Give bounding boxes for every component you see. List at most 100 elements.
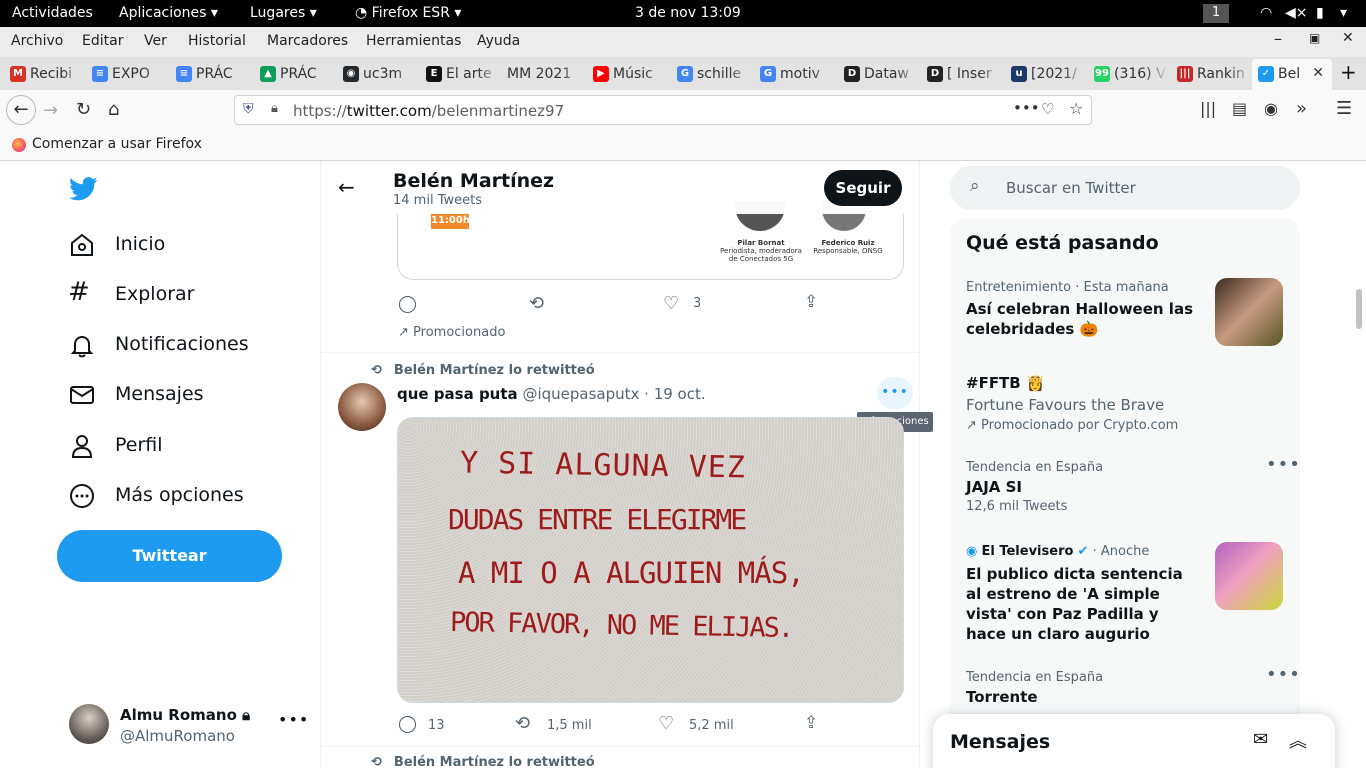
- follow-button[interactable]: Seguir: [824, 170, 902, 206]
- retweet-context[interactable]: ⟲ Belén Martínez lo retwitteó: [371, 755, 595, 768]
- search-input[interactable]: Buscar en Twitter: [1006, 179, 1136, 197]
- search-box[interactable]: ⌕ Buscar en Twitter: [950, 166, 1300, 210]
- menu-herramientas[interactable]: Herramientas: [366, 33, 461, 49]
- new-message-icon[interactable]: ✉: [1253, 729, 1268, 750]
- retweet-context[interactable]: ⟲ Belén Martínez lo retwitteó: [371, 363, 595, 378]
- maximize-icon[interactable]: ▣: [1309, 31, 1320, 45]
- account-icon[interactable]: ◉: [1264, 99, 1278, 118]
- sidebar-icon[interactable]: ▤: [1232, 99, 1247, 118]
- menu-marcadores[interactable]: Marcadores: [267, 33, 348, 49]
- reply-icon[interactable]: ◯: [398, 714, 417, 734]
- tracking-protection-icon[interactable]: ⛨: [243, 101, 254, 117]
- workspace-indicator[interactable]: 1: [1203, 4, 1229, 23]
- browser-tab[interactable]: MM 2021: [503, 59, 583, 89]
- scrollbar-thumb[interactable]: [1356, 289, 1362, 329]
- battery-icon[interactable]: ▮: [1316, 5, 1324, 21]
- activities-button[interactable]: Actividades: [12, 5, 93, 21]
- new-tab-icon[interactable]: +: [1340, 60, 1357, 84]
- d-icon: D: [844, 66, 860, 82]
- close-tab-icon[interactable]: ✕: [1312, 65, 1324, 81]
- applications-menu[interactable]: Aplicaciones ▾: [119, 5, 218, 21]
- url-text[interactable]: https://twitter.com/belenmartinez97: [293, 102, 564, 120]
- trend-item[interactable]: #FFTB 👸 Fortune Favours the Brave ↗ Prom…: [966, 374, 1286, 433]
- retweet-icon[interactable]: ⟲: [515, 713, 530, 734]
- browser-tab[interactable]: M Recibi: [4, 59, 84, 89]
- right-sidebar: ⌕ Buscar en Twitter Qué está pasando Ent…: [950, 161, 1300, 768]
- expand-chevron-icon[interactable]: ︽: [1289, 727, 1307, 753]
- home-icon[interactable]: ⌂: [108, 99, 119, 120]
- back-icon[interactable]: ←: [6, 95, 36, 125]
- tweet-author-avatar[interactable]: [338, 383, 386, 431]
- tweet-more-options-icon[interactable]: •••: [877, 377, 913, 409]
- trend-more-icon[interactable]: •••: [1266, 454, 1301, 475]
- trend-item[interactable]: Entretenimiento · Esta mañana Así celebr…: [966, 278, 1286, 346]
- twitter-logo-icon[interactable]: [69, 177, 98, 201]
- back-arrow-icon[interactable]: ←: [338, 175, 355, 199]
- bookmark-getting-started[interactable]: Comenzar a usar Firefox: [32, 136, 202, 152]
- tweet-image[interactable]: Y SI ALGUNA VEZ DUDAS ENTRE ELEGIRME A M…: [397, 417, 904, 703]
- browser-tab[interactable]: ◉ uc3m: [337, 59, 417, 89]
- share-icon[interactable]: ⇪: [804, 292, 818, 312]
- browser-tab[interactable]: ≡ EXPO: [86, 59, 166, 89]
- tweet-button[interactable]: Twittear: [57, 530, 282, 582]
- browser-tab[interactable]: ▲ PRÁC: [254, 59, 334, 89]
- minimize-icon[interactable]: –: [1274, 29, 1282, 48]
- reply-icon[interactable]: ◯: [398, 294, 417, 314]
- like-icon[interactable]: ♡: [663, 293, 679, 314]
- browser-tab[interactable]: ▶ Músic: [587, 59, 667, 89]
- tweet-author-handle[interactable]: @iquepasaputx: [522, 385, 639, 403]
- trend-item[interactable]: Tendencia en España Torrente •••: [966, 664, 1300, 706]
- menu-archivo[interactable]: Archivo: [11, 33, 63, 49]
- close-window-icon[interactable]: ✕: [1342, 30, 1354, 46]
- pocket-icon[interactable]: ♡: [1041, 100, 1054, 118]
- browser-tab[interactable]: D[ Inser: [921, 59, 1001, 89]
- browser-tab[interactable]: E El arte: [420, 59, 500, 89]
- news-source: El Televisero: [981, 544, 1074, 559]
- browser-tab[interactable]: 99 (316) V: [1088, 59, 1168, 89]
- like-icon[interactable]: ♡: [658, 713, 674, 734]
- forward-icon[interactable]: →: [43, 100, 58, 121]
- retweet-icon[interactable]: ⟲: [529, 293, 544, 314]
- browser-tab[interactable]: u [2021/: [1005, 59, 1085, 89]
- messages-drawer[interactable]: Mensajes ✉ ︽: [933, 714, 1335, 768]
- browser-tab[interactable]: ||| Rankin: [1171, 59, 1251, 89]
- gmail-icon: M: [10, 66, 26, 82]
- lock-icon[interactable]: 🔒︎: [271, 101, 278, 116]
- places-menu[interactable]: Lugares ▾: [250, 5, 317, 21]
- nav-label: Mensajes: [115, 383, 204, 405]
- share-icon[interactable]: ⇪: [804, 713, 818, 733]
- tweet-author-name[interactable]: que pasa puta: [397, 385, 518, 403]
- browser-tab[interactable]: Gschille: [671, 59, 751, 89]
- browser-tab[interactable]: ✓ Bel ✕: [1252, 59, 1332, 90]
- search-icon: ⌕: [970, 176, 980, 196]
- account-switcher[interactable]: Almu Romano 🔒︎ @AlmuRomano •••: [60, 694, 310, 754]
- reload-icon[interactable]: ↻: [76, 99, 91, 120]
- menu-historial[interactable]: Historial: [188, 33, 246, 49]
- browser-tab[interactable]: D Dataw: [838, 59, 918, 89]
- menu-ayuda[interactable]: Ayuda: [477, 33, 520, 49]
- trend-subtitle: 12,6 mil Tweets: [966, 499, 1068, 514]
- account-more-icon[interactable]: •••: [278, 710, 309, 729]
- trend-more-icon[interactable]: •••: [1266, 664, 1301, 685]
- menu-ver[interactable]: Ver: [144, 33, 167, 49]
- promoted-label: ↗ Promocionado: [398, 325, 506, 340]
- bookmark-star-icon[interactable]: ☆: [1069, 99, 1083, 118]
- volume-icon[interactable]: ◀×: [1285, 5, 1308, 21]
- wifi-icon[interactable]: ◠: [1260, 5, 1272, 21]
- hamburger-menu-icon[interactable]: ☰: [1336, 98, 1352, 119]
- page-actions-icon[interactable]: •••: [1013, 99, 1040, 117]
- clock[interactable]: 3 de nov 13:09: [635, 5, 741, 21]
- overflow-menu-icon[interactable]: »: [1296, 98, 1307, 119]
- trend-item[interactable]: ◉ El Televisero ✔ · Anoche El publico di…: [966, 542, 1286, 644]
- tweet-date[interactable]: · 19 oct.: [644, 385, 705, 403]
- bell-icon: [70, 336, 94, 358]
- library-icon[interactable]: |||: [1200, 99, 1216, 118]
- browser-tab[interactable]: Gmotiv: [754, 59, 834, 89]
- trend-item[interactable]: Tendencia en España JAJA SI 12,6 mil Twe…: [966, 454, 1300, 514]
- system-menu-arrow-icon[interactable]: ▾: [1340, 5, 1347, 21]
- tab-fade: [812, 59, 834, 89]
- url-bar[interactable]: ⛨ 🔒︎ https://twitter.com/belenmartinez97…: [234, 95, 1092, 125]
- browser-tab[interactable]: ≡ PRÁC: [170, 59, 250, 89]
- menu-editar[interactable]: Editar: [82, 33, 123, 49]
- app-menu[interactable]: ◔ Firefox ESR ▾: [355, 5, 461, 21]
